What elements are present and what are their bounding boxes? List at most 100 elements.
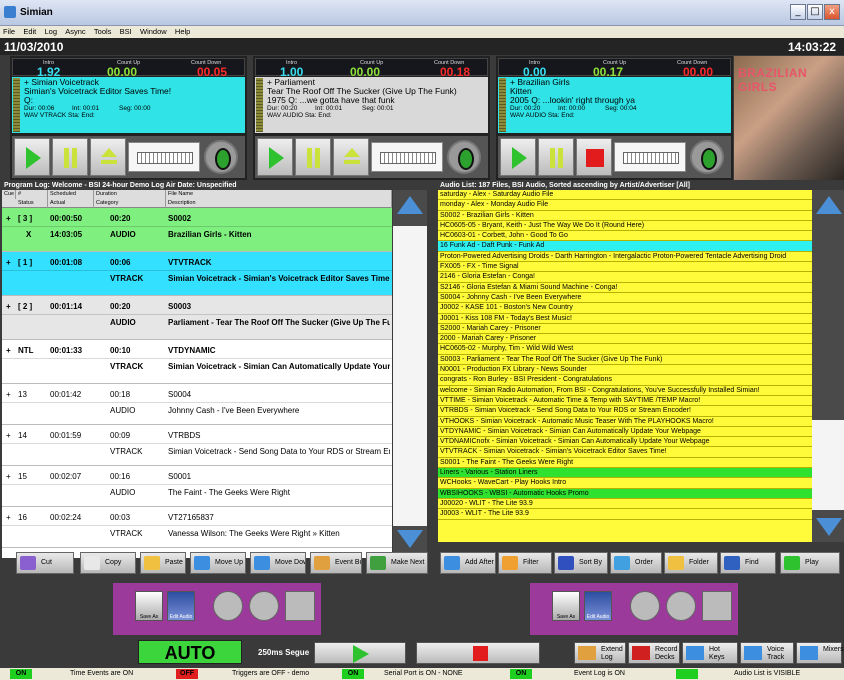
edit-audio-button[interactable]: Edit Audio — [167, 591, 195, 621]
col-category[interactable]: Category — [94, 199, 166, 208]
audio-find-button[interactable]: Find — [720, 552, 776, 574]
list-item[interactable]: congrats - Ron Burley - BSI President - … — [438, 375, 812, 386]
list-item[interactable]: S0001 - The Faint - The Geeks Were Right — [438, 458, 812, 469]
position-slider[interactable] — [614, 142, 686, 172]
scroll-track[interactable] — [393, 226, 427, 526]
menu-bsi[interactable]: BSI — [117, 26, 135, 37]
list-item[interactable]: WCHooks - WaveCart - Play Hooks Intro — [438, 478, 812, 489]
pause-button[interactable] — [538, 138, 574, 176]
program-log[interactable]: Cue # Scheduled Duration File Name Statu… — [2, 190, 392, 558]
menu-log[interactable]: Log — [42, 26, 61, 37]
menu-tools[interactable]: Tools — [91, 26, 115, 37]
menu-async[interactable]: Async — [62, 26, 88, 37]
col-actual[interactable]: Actual — [48, 199, 94, 208]
list-item[interactable]: 2146 - Gloria Estefan - Conga! — [438, 272, 812, 283]
list-item[interactable]: S2146 - Gloria Estefan & Miami Sound Mac… — [438, 283, 812, 293]
list-item[interactable]: HC0605-02 - Murphy, Tim - Wild Wild West — [438, 344, 812, 355]
audio-filter-button[interactable]: Filter — [498, 552, 552, 574]
audio-add-after-button[interactable]: Add After — [440, 552, 496, 574]
log-copy-button[interactable]: Copy — [80, 552, 136, 574]
list-item[interactable]: saturday - Alex - Saturday Audio File — [438, 190, 812, 201]
list-item[interactable]: HC0605-05 - Bryant, Keith - Just The Way… — [438, 221, 812, 232]
audio-play-button[interactable]: Play — [780, 552, 840, 574]
log-paste-button[interactable]: Paste — [140, 552, 186, 574]
record-icon[interactable] — [630, 591, 660, 621]
list-item[interactable]: welcome - Simian Radio Automation, From … — [438, 386, 812, 396]
table-row[interactable]: +14 00:01:59 00:09 VTRBDS VTRACK Simian Voice… — [2, 425, 392, 466]
segue-play-button[interactable] — [314, 642, 406, 664]
audio-list[interactable]: saturday - Alex - Saturday Audio File mon… — [438, 190, 812, 542]
extend-log-button[interactable]: Extend Log — [574, 642, 626, 664]
list-item[interactable]: FX005 - FX - Time Signal — [438, 262, 812, 273]
minimize-button[interactable]: _ — [790, 4, 806, 20]
menu-edit[interactable]: Edit — [20, 26, 39, 37]
save-as-button[interactable]: Save As — [552, 591, 580, 621]
log-event-builder-button[interactable]: Event Builder — [310, 552, 362, 574]
scroll-up-icon[interactable] — [397, 196, 423, 214]
scroll-thumb[interactable] — [812, 420, 844, 510]
list-item[interactable]: Proton-Powered Advertising Droids - Dart… — [438, 252, 812, 263]
scroll-track[interactable] — [812, 226, 844, 416]
loop-icon[interactable] — [204, 140, 238, 174]
scroll-down-icon[interactable] — [816, 518, 842, 536]
play-icon[interactable] — [666, 591, 696, 621]
table-row[interactable]: +13 00:01:42 00:18 S0004 AUDIO Johnny Cash - … — [2, 384, 392, 425]
eject-button[interactable] — [90, 138, 126, 176]
segue-stop-button[interactable] — [416, 642, 540, 664]
list-item[interactable]: J00020 - WLIT - The Lite 93.9 — [438, 499, 812, 510]
close-button[interactable]: x — [824, 4, 840, 20]
audio-sort-by-button[interactable]: Sort By — [554, 552, 608, 574]
table-row[interactable]: + [ 3 ] 00:00:50 00:20 S0002 X 14:03:05 AUDIO Br… — [2, 208, 392, 252]
list-item[interactable]: Liners - Various - Station Liners — [438, 468, 812, 479]
scroll-down-icon[interactable] — [397, 530, 423, 548]
voice-track-button[interactable]: Voice Track — [740, 642, 794, 664]
table-row[interactable]: + NTL 00:01:33 00:10 VTDYNAMIC VTRACK Simian V… — [2, 340, 392, 384]
auto-button[interactable]: AUTO — [138, 640, 242, 664]
col-status[interactable]: Status — [16, 199, 48, 208]
position-slider[interactable] — [128, 142, 200, 172]
list-item[interactable]: VTVTRACK - Simian Voicetrack - Simian's … — [438, 447, 812, 458]
program-log-scrollbar[interactable] — [393, 190, 427, 558]
record-icon[interactable] — [213, 591, 243, 621]
list-item[interactable]: HC0603-01 - Corbett, John - Good To Go — [438, 231, 812, 242]
mixers-button[interactable]: Mixers — [796, 642, 844, 664]
loop-icon[interactable] — [690, 140, 724, 174]
col-cue[interactable]: Cue — [2, 190, 16, 199]
play-icon[interactable] — [249, 591, 279, 621]
scroll-up-icon[interactable] — [816, 196, 842, 214]
list-item[interactable]: S0003 - Parliament - Tear The Roof Off T… — [438, 355, 812, 366]
list-item[interactable]: VTDNAMICnofx - Simian Voicetrack - Simia… — [438, 437, 812, 448]
table-row[interactable]: + [ 1 ] 00:01:08 00:06 VTVTRACK VTRACK Simian … — [2, 252, 392, 296]
save-as-button[interactable]: Save As — [135, 591, 163, 621]
play-button[interactable] — [14, 138, 50, 176]
stop-button[interactable] — [576, 138, 612, 176]
eject-button[interactable] — [333, 138, 369, 176]
col-filename[interactable]: File Name — [166, 190, 392, 199]
log-move-down-button[interactable]: Move Down — [250, 552, 306, 574]
list-item[interactable]: VTHOOKS - Simian Voicetrack - Automatic … — [438, 417, 812, 427]
menu-help[interactable]: Help — [172, 26, 193, 37]
audio-list-scrollbar[interactable] — [812, 190, 844, 542]
log-cut-button[interactable]: Cut — [16, 552, 74, 574]
list-item[interactable]: WBSIHOOKS - WBSI - Automatic Hooks Promo — [438, 488, 812, 499]
list-item[interactable]: 2000 - Mariah Carey - Prisoner — [438, 334, 812, 345]
list-item[interactable]: 16 Funk Ad - Daft Punk - Funk Ad — [438, 241, 812, 252]
record-decks-button[interactable]: Record Decks — [628, 642, 680, 664]
audio-order-button[interactable]: Order — [610, 552, 662, 574]
log-move-up-button[interactable]: Move Up — [190, 552, 246, 574]
menu-window[interactable]: Window — [137, 26, 170, 37]
table-row[interactable]: +15 00:02:07 00:16 S0001 AUDIO The Faint - Th… — [2, 466, 392, 507]
stop-icon[interactable] — [702, 591, 732, 621]
deck-info[interactable]: + Parliament Tear The Roof Off The Sucker… — [255, 77, 488, 133]
col-duration[interactable]: Duration — [94, 190, 166, 199]
list-item[interactable]: S0002 - Brazilian Girls - Kitten — [438, 211, 812, 221]
maximize-button[interactable]: □ — [807, 4, 823, 20]
hot-keys-button[interactable]: Hot Keys — [682, 642, 738, 664]
list-item[interactable]: J0002 - KASE 101 - Boston's New Country — [438, 303, 812, 314]
position-slider[interactable] — [371, 142, 443, 172]
pause-button[interactable] — [52, 138, 88, 176]
stop-icon[interactable] — [285, 591, 315, 621]
col-description[interactable]: Description — [166, 199, 392, 208]
audio-folder-button[interactable]: Folder — [664, 552, 718, 574]
col-num[interactable]: # — [16, 190, 48, 199]
